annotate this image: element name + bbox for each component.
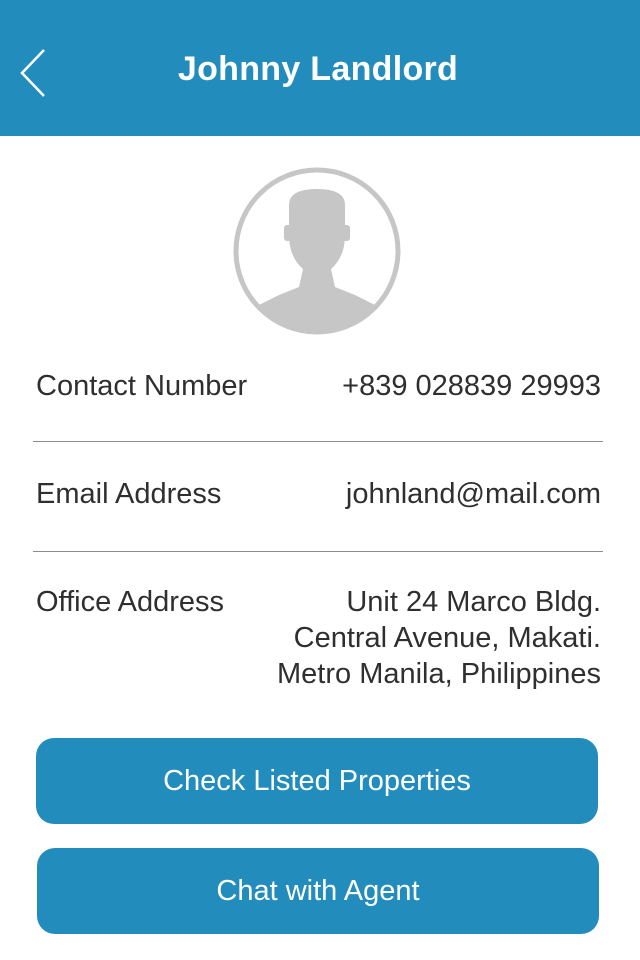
divider bbox=[33, 441, 603, 442]
office-address-line: Metro Manila, Philippines bbox=[277, 658, 601, 690]
page-title: Johnny Landlord bbox=[177, 50, 459, 88]
office-address-value: Unit 24 Marco Bldg. Central Avenue, Maka… bbox=[277, 584, 601, 692]
office-address-line: Central Avenue, Makati. bbox=[293, 622, 601, 654]
check-listed-properties-button[interactable]: Check Listed Properties bbox=[36, 738, 598, 824]
email-address-label: Email Address bbox=[36, 478, 222, 510]
divider bbox=[33, 551, 603, 552]
contact-number-label: Contact Number bbox=[36, 370, 248, 402]
user-silhouette-icon bbox=[233, 167, 401, 335]
top-bar: Johnny Landlord bbox=[0, 0, 640, 136]
office-address-label: Office Address bbox=[36, 586, 225, 618]
email-address-value: johnland@mail.com bbox=[345, 478, 601, 510]
contact-number-value: +839 028839 29993 bbox=[342, 370, 601, 402]
avatar bbox=[231, 165, 403, 337]
chat-with-agent-button[interactable]: Chat with Agent bbox=[37, 848, 599, 934]
office-address-line: Unit 24 Marco Bldg. bbox=[346, 586, 601, 618]
